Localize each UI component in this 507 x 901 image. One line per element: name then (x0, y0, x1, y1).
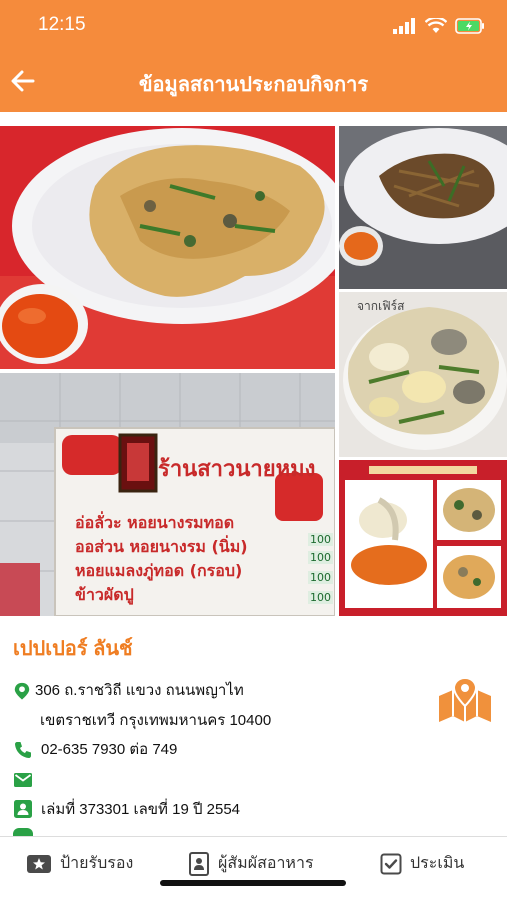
tab-evaluate[interactable]: ประเมิน (380, 851, 464, 876)
tab-certificate[interactable]: ป้ายรับรอง (26, 851, 133, 876)
map-button[interactable] (437, 676, 493, 724)
status-icons (393, 16, 485, 36)
status-bar: 12:15 (0, 0, 507, 52)
photo-fried-noodles[interactable] (339, 126, 507, 289)
mail-icon (14, 773, 32, 787)
tab-certificate-label: ป้ายรับรอง (60, 855, 134, 872)
license-row: เล่มที่ 373301 เลขที่ 19 ปี 2554 (13, 795, 240, 825)
photo-menu-poster[interactable] (339, 460, 507, 616)
sign-menu-line-2: ออส่วน หอยนางรม (นิ่ม) (75, 537, 248, 556)
sign-price-2: 100 (308, 551, 333, 564)
business-name: เปปเปอร์ ลันช์ (13, 638, 133, 660)
email-row[interactable] (13, 766, 41, 790)
phone-icon (15, 742, 31, 758)
tab-food-handlers[interactable]: ผู้สัมผัสอาหาร (188, 851, 314, 876)
photo-oyster-omelette[interactable] (0, 126, 335, 369)
clock: 12:15 (38, 14, 86, 35)
tab-food-handlers-label: ผู้สัมผัสอาหาร (218, 855, 314, 872)
star-badge-icon (27, 854, 51, 873)
phone-row[interactable]: 02-635 7930 ต่อ 749 (13, 735, 177, 765)
id-card-icon (189, 851, 209, 876)
photo-gallery: จากเฟิร์ส ร้านสาวนายหมง อ่อลั่วะ หอยนางร… (0, 126, 507, 616)
signal-icon (393, 18, 415, 34)
phone-number: 02-635 7930 ต่อ 749 (41, 741, 178, 758)
battery-icon (455, 18, 484, 34)
home-indicator (160, 880, 346, 886)
partial-row-icon (13, 828, 33, 836)
photo-shop-sign[interactable]: ร้านสาวนายหมง อ่อลั่วะ หอยนางรมทอด ออส่ว… (0, 373, 335, 616)
photo-oyster-dish[interactable]: จากเฟิร์ส (339, 292, 507, 457)
business-info: เปปเปอร์ ลันช์ 306 ถ.ราชวิถี แขวง ถนนพญา… (0, 616, 507, 836)
map-pin-icon (439, 676, 491, 722)
checkbox-icon (380, 853, 402, 874)
app-bar: ข้อมูลสถานประกอบกิจการ (0, 52, 507, 112)
sign-menu-line-3: หอยแมลงภู่ทอด (กรอบ) (75, 561, 243, 580)
bottom-tab-bar: ป้ายรับรอง ผู้สัมผัสอาหาร ประเมิน (0, 836, 507, 901)
sign-price-1: 100 (308, 533, 333, 546)
sign-price-4: 100 (308, 591, 333, 604)
wifi-icon (425, 18, 447, 33)
license-badge-icon (14, 800, 32, 818)
page-title: ข้อมูลสถานประกอบกิจการ (138, 72, 369, 96)
sign-price-3: 100 (308, 571, 333, 584)
location-pin-icon (14, 682, 30, 700)
address-line-1: 306 ถ.ราชวิถี แขวง ถนนพญาไท (35, 682, 244, 699)
sign-title: ร้านสาวนายหมง (158, 456, 316, 481)
sign-menu-line-1: อ่อลั่วะ หอยนางรมทอด (75, 513, 235, 532)
svg-text:จากเฟิร์ส: จากเฟิร์ส (357, 299, 405, 313)
tab-evaluate-label: ประเมิน (410, 855, 465, 872)
address-row: 306 ถ.ราชวิถี แขวง ถนนพญาไท เขตราชเทวี ก… (13, 676, 271, 736)
sign-menu-line-4: ข้าวผัดปู (75, 585, 134, 604)
address-line-2: เขตราชเทวี กรุงเทพมหานคร 10400 (40, 712, 272, 729)
license-number: เล่มที่ 373301 เลขที่ 19 ปี 2554 (41, 801, 241, 818)
